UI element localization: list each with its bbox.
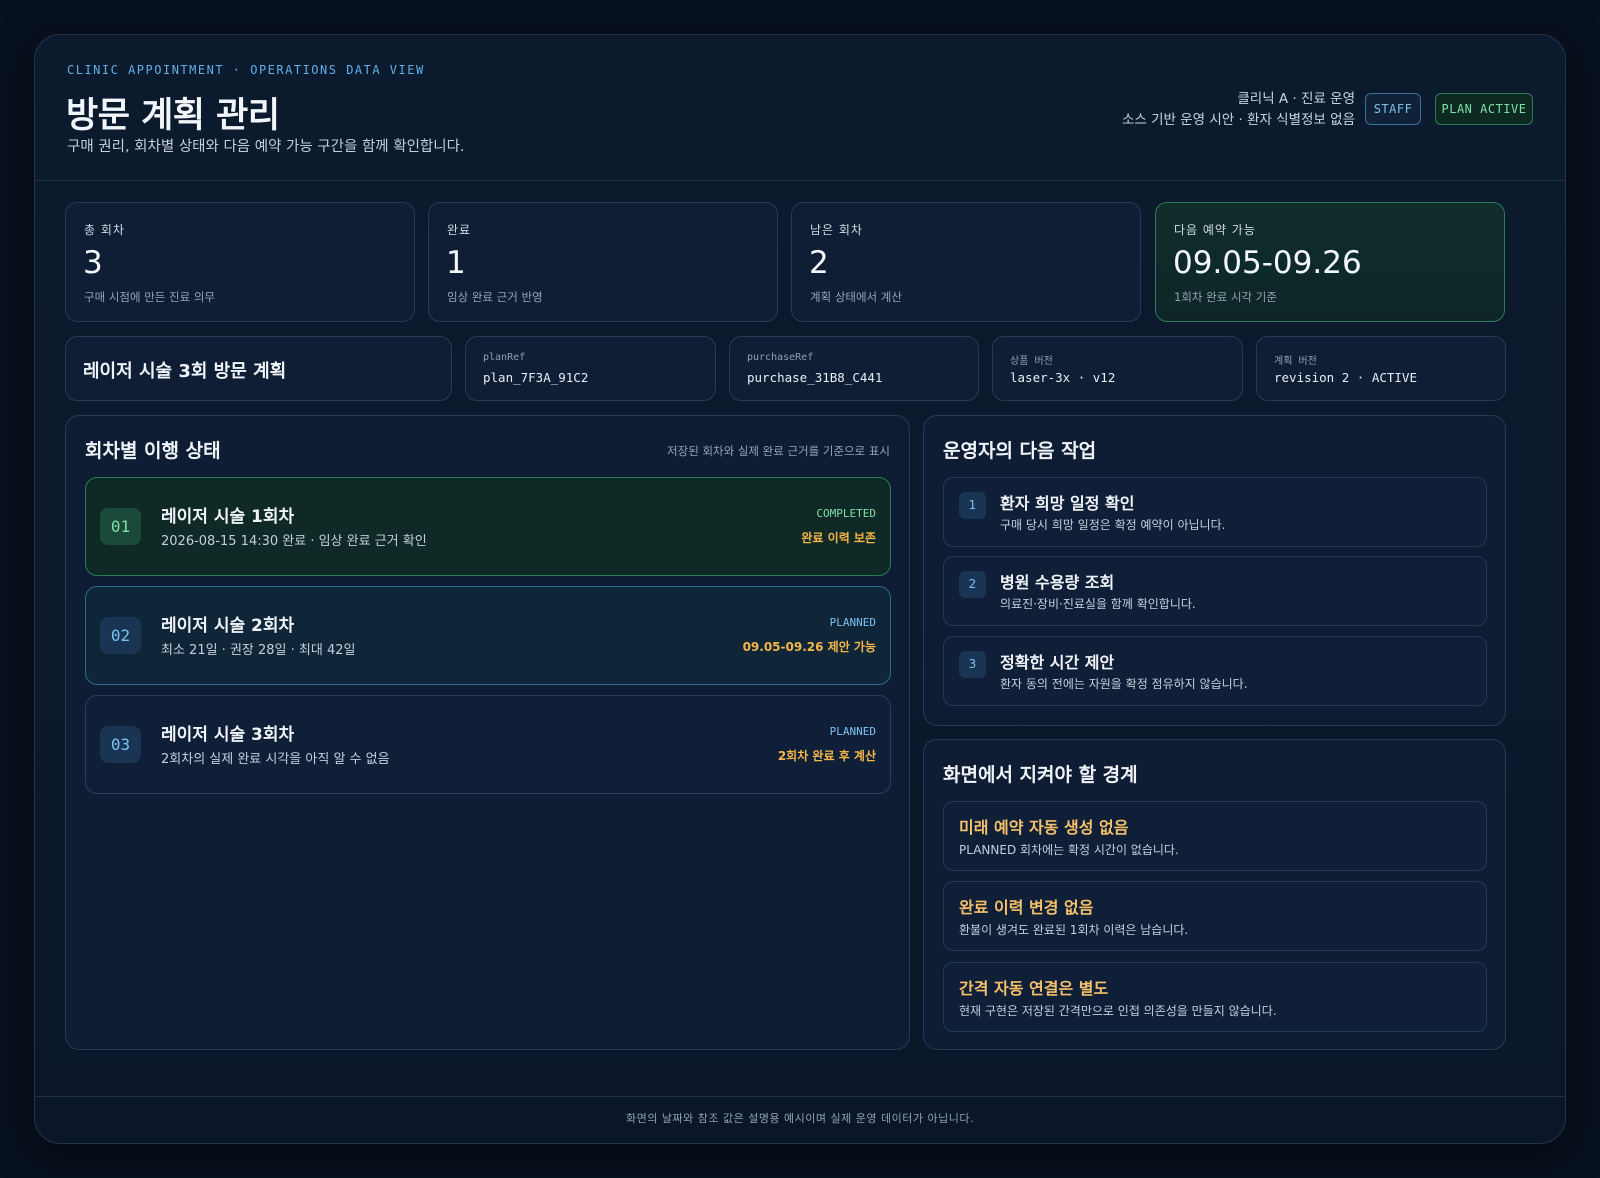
session-status: PLANNED bbox=[829, 725, 876, 738]
task-title: 정확한 시간 제안 bbox=[1000, 653, 1115, 672]
rule-item: 미래 예약 자동 생성 없음 PLANNED 회차에는 확정 시간이 없습니다. bbox=[943, 801, 1487, 871]
session-title: 레이저 시술 1회차 bbox=[161, 507, 295, 527]
plan-active-badge: PLAN ACTIVE bbox=[1435, 93, 1533, 125]
rule-desc: 현재 구현은 저장된 간격만으로 인접 의존성을 만들지 않습니다. bbox=[959, 1004, 1277, 1018]
panel-title: 화면에서 지켜야 할 경계 bbox=[943, 764, 1138, 786]
panel-title: 운영자의 다음 작업 bbox=[943, 440, 1097, 462]
plan-version-card: 계획 버전 revision 2 · ACTIVE bbox=[1256, 336, 1506, 401]
session-note: 2회차 완료 후 계산 bbox=[777, 749, 876, 763]
session-note: 완료 이력 보존 bbox=[801, 531, 876, 545]
info-label: planRef bbox=[483, 352, 526, 363]
next-tasks-panel: 운영자의 다음 작업 1 환자 희망 일정 확인 구매 당시 희망 일정은 확정… bbox=[923, 415, 1506, 726]
plan-ref-card: planRef plan_7F3A_91C2 bbox=[465, 336, 716, 401]
session-desc: 최소 21일 · 권장 28일 · 최대 42일 bbox=[161, 643, 356, 658]
task-item[interactable]: 1 환자 희망 일정 확인 구매 당시 희망 일정은 확정 예약이 아닙니다. bbox=[943, 477, 1487, 547]
stat-next-available: 다음 예약 가능 09.05-09.26 1회차 완료 시각 기준 bbox=[1155, 202, 1505, 322]
stat-note: 임상 완료 근거 반영 bbox=[447, 290, 543, 304]
task-title: 환자 희망 일정 확인 bbox=[1000, 494, 1135, 513]
session-row[interactable]: 03 레이저 시술 3회차 2회차의 실제 완료 시각을 아직 알 수 없음 P… bbox=[85, 695, 891, 794]
app-frame: CLINIC APPOINTMENT · OPERATIONS DATA VIE… bbox=[34, 34, 1566, 1144]
panel-hint: 저장된 회차와 실제 완료 근거를 기준으로 표시 bbox=[667, 444, 890, 458]
task-desc: 환자 동의 전에는 자원을 확정 점유하지 않습니다. bbox=[1000, 677, 1248, 691]
session-row[interactable]: 02 레이저 시술 2회차 최소 21일 · 권장 28일 · 최대 42일 P… bbox=[85, 586, 891, 685]
info-label: purchaseRef bbox=[747, 352, 814, 363]
stat-note: 1회차 완료 시각 기준 bbox=[1174, 290, 1277, 304]
stat-value: 09.05-09.26 bbox=[1173, 245, 1362, 281]
task-item[interactable]: 3 정확한 시간 제안 환자 동의 전에는 자원을 확정 점유하지 않습니다. bbox=[943, 636, 1487, 706]
rule-desc: PLANNED 회차에는 확정 시간이 없습니다. bbox=[959, 843, 1179, 857]
session-desc: 2026-08-15 14:30 완료 · 임상 완료 근거 확인 bbox=[161, 534, 427, 549]
task-number: 1 bbox=[959, 492, 986, 519]
session-status-panel: 회차별 이행 상태 저장된 회차와 실제 완료 근거를 기준으로 표시 01 레… bbox=[65, 415, 910, 1050]
rule-item: 간격 자동 연결은 별도 현재 구현은 저장된 간격만으로 인접 의존성을 만들… bbox=[943, 962, 1487, 1032]
stat-total-sessions: 총 회차 3 구매 시점에 만든 진료 의무 bbox=[65, 202, 415, 322]
stat-value: 1 bbox=[446, 245, 466, 281]
stat-note: 구매 시점에 만든 진료 의무 bbox=[84, 290, 216, 304]
purchase-ref-card: purchaseRef purchase_31B8_C441 bbox=[729, 336, 979, 401]
info-label: 상품 버전 bbox=[1010, 356, 1053, 367]
info-value: purchase_31B8_C441 bbox=[747, 370, 883, 385]
stat-label: 다음 예약 가능 bbox=[1174, 223, 1256, 237]
session-status: PLANNED bbox=[829, 616, 876, 629]
source-note: 소스 기반 운영 시안 · 환자 식별정보 없음 bbox=[1121, 112, 1355, 128]
task-desc: 의료진·장비·진료실을 함께 확인합니다. bbox=[1000, 597, 1196, 611]
header-kicker: CLINIC APPOINTMENT · OPERATIONS DATA VIE… bbox=[67, 63, 425, 77]
info-value: revision 2 · ACTIVE bbox=[1274, 370, 1417, 385]
rule-desc: 환불이 생겨도 완료된 1회차 이력은 남습니다. bbox=[959, 923, 1189, 937]
task-item[interactable]: 2 병원 수용량 조회 의료진·장비·진료실을 함께 확인합니다. bbox=[943, 556, 1487, 626]
info-value: plan_7F3A_91C2 bbox=[483, 370, 589, 385]
info-value: laser-3x · v12 bbox=[1010, 370, 1116, 385]
session-title: 레이저 시술 3회차 bbox=[161, 725, 295, 745]
stat-remaining: 남은 회차 2 계획 상태에서 계산 bbox=[791, 202, 1141, 322]
rule-title: 미래 예약 자동 생성 없음 bbox=[959, 818, 1129, 837]
rule-title: 완료 이력 변경 없음 bbox=[959, 898, 1094, 917]
product-version-card: 상품 버전 laser-3x · v12 bbox=[992, 336, 1243, 401]
header-meta: 클리닉 A · 진료 운영 소스 기반 운영 시안 · 환자 식별정보 없음 bbox=[1122, 89, 1355, 131]
rule-title: 간격 자동 연결은 별도 bbox=[959, 979, 1109, 998]
task-number: 2 bbox=[959, 571, 986, 598]
stat-value: 3 bbox=[83, 245, 103, 281]
plan-title-card: 레이저 시술 3회 방문 계획 bbox=[65, 336, 452, 401]
task-number: 3 bbox=[959, 651, 986, 678]
page-title: 방문 계획 관리 bbox=[66, 96, 280, 136]
session-number: 01 bbox=[100, 508, 141, 545]
plan-title: 레이저 시술 3회 방문 계획 bbox=[83, 361, 287, 382]
session-desc: 2회차의 실제 완료 시각을 아직 알 수 없음 bbox=[161, 752, 390, 767]
stat-value: 2 bbox=[809, 245, 829, 281]
rule-item: 완료 이력 변경 없음 환불이 생겨도 완료된 1회차 이력은 남습니다. bbox=[943, 881, 1487, 951]
info-label: 계획 버전 bbox=[1274, 356, 1317, 367]
page-subtitle: 구매 권리, 회차별 상태와 다음 예약 가능 구간을 함께 확인합니다. bbox=[67, 139, 465, 155]
session-number: 02 bbox=[100, 617, 141, 654]
session-title: 레이저 시술 2회차 bbox=[161, 616, 295, 636]
task-desc: 구매 당시 희망 일정은 확정 예약이 아닙니다. bbox=[1000, 518, 1226, 532]
stat-label: 완료 bbox=[447, 223, 472, 237]
stat-label: 총 회차 bbox=[84, 223, 125, 237]
stat-label: 남은 회차 bbox=[810, 223, 863, 237]
stat-note: 계획 상태에서 계산 bbox=[810, 290, 902, 304]
page-header: CLINIC APPOINTMENT · OPERATIONS DATA VIE… bbox=[35, 35, 1565, 181]
boundaries-panel: 화면에서 지켜야 할 경계 미래 예약 자동 생성 없음 PLANNED 회차에… bbox=[923, 739, 1506, 1050]
staff-badge: STAFF bbox=[1365, 93, 1421, 125]
session-number: 03 bbox=[100, 726, 141, 763]
session-row[interactable]: 01 레이저 시술 1회차 2026-08-15 14:30 완료 · 임상 완… bbox=[85, 477, 891, 576]
footer-disclaimer: 화면의 날짜와 참조 값은 설명용 예시이며 실제 운영 데이터가 아닙니다. bbox=[35, 1096, 1565, 1143]
session-status: COMPLETED bbox=[816, 507, 876, 520]
stat-completed: 완료 1 임상 완료 근거 반영 bbox=[428, 202, 778, 322]
task-title: 병원 수용량 조회 bbox=[1000, 573, 1115, 592]
panel-title: 회차별 이행 상태 bbox=[85, 440, 221, 462]
clinic-name: 클리닉 A · 진료 운영 bbox=[1237, 91, 1355, 107]
session-note: 09.05-09.26 제안 가능 bbox=[742, 640, 876, 654]
